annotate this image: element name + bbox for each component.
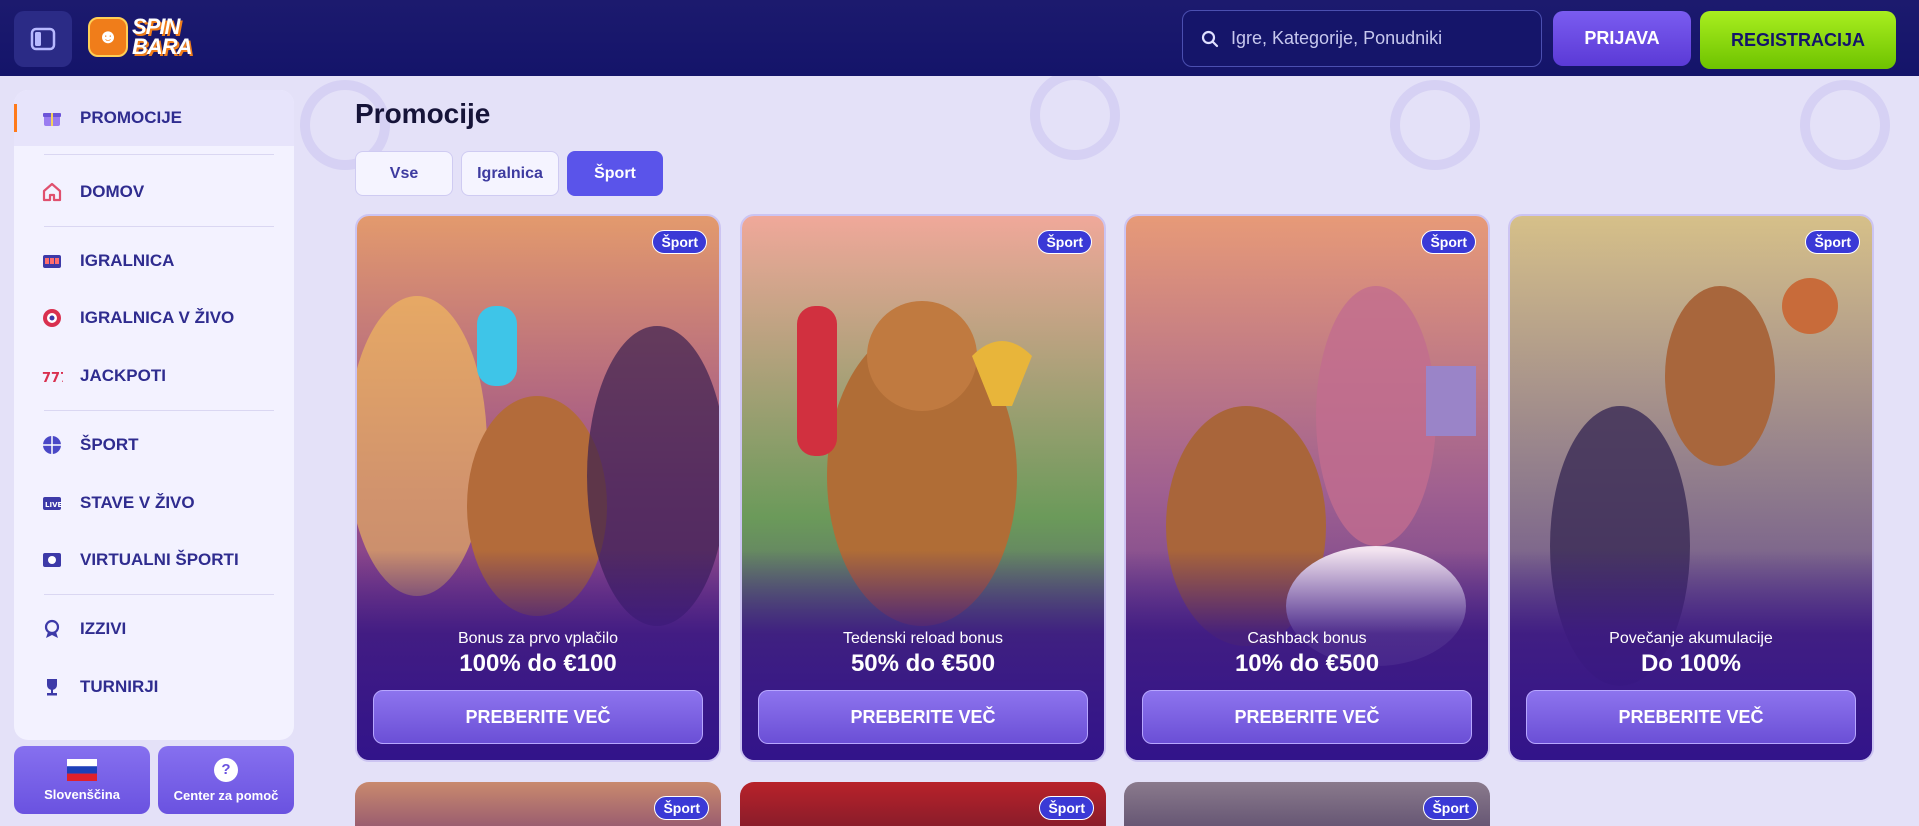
sidebar-item-label: IZZIVI <box>80 619 127 638</box>
promo-card[interactable]: Šport Tedenski reload bonus 50% do €500 … <box>740 214 1106 762</box>
sidebar-divider <box>44 410 274 411</box>
promo-subtitle: Bonus za prvo vplačilo <box>457 630 619 647</box>
read-more-button[interactable]: PREBERITE VEČ <box>1526 690 1856 744</box>
category-tag: Šport <box>652 230 707 254</box>
ball-icon <box>40 433 64 457</box>
sidebar-item-label: ŠPORT <box>80 435 139 454</box>
slot-machine-icon <box>40 249 64 273</box>
background-decoration <box>1800 80 1890 170</box>
category-tag: Šport <box>1805 230 1860 254</box>
sidebar-item-label: IGRALNICA <box>80 251 175 270</box>
svg-text:LIVE: LIVE <box>45 501 62 509</box>
search-input[interactable] <box>1231 28 1531 49</box>
promo-card[interactable]: Šport Cashback bonus 10% do €500 PREBERI… <box>1124 214 1490 762</box>
sidebar-divider <box>44 594 274 595</box>
filter-tab-igralnica[interactable]: Igralnica <box>461 151 559 196</box>
login-button[interactable]: PRIJAVA <box>1553 11 1691 66</box>
promo-headline: 100% do €100 <box>459 650 617 677</box>
read-more-button[interactable]: PREBERITE VEČ <box>758 690 1088 744</box>
category-tag: Šport <box>1423 796 1478 820</box>
read-more-button[interactable]: PREBERITE VEČ <box>1142 690 1472 744</box>
sidebar-item-label: DOMOV <box>80 182 145 201</box>
read-more-button[interactable]: PREBERITE VEČ <box>373 690 703 744</box>
sidebar-item-jackpoti[interactable]: 777 JACKPOTI <box>14 348 294 404</box>
sidebar-item-igralnica[interactable]: IGRALNICA <box>14 233 294 289</box>
logo-wordmark: SPIN BARA <box>132 14 193 59</box>
sidebar-item-label: VIRTUALNI ŠPORTI <box>80 550 239 569</box>
sidebar-item-izzivi[interactable]: IZZIVI <box>14 601 294 657</box>
sidebar-item-label: TURNIRJI <box>80 677 159 696</box>
sidebar-item-label: JACKPOTI <box>80 366 166 385</box>
gift-icon <box>40 106 64 130</box>
virtual-sports-icon <box>40 548 64 572</box>
live-tv-icon: LIVE <box>40 491 64 515</box>
language-selector-button[interactable]: Slovenščina <box>14 746 150 814</box>
top-header: ☻ SPIN BARA PRIJAVA REGISTRACIJA <box>0 0 1919 76</box>
sidebar-item-label: PROMOCIJE <box>80 108 183 127</box>
category-tag: Šport <box>654 796 709 820</box>
sidebar-item-igralnica-v-zivo[interactable]: IGRALNICA V ŽIVO <box>14 290 294 346</box>
trophy-icon <box>40 675 64 699</box>
sidebar-item-domov[interactable]: DOMOV <box>14 164 294 220</box>
badge-icon <box>40 617 64 641</box>
register-button[interactable]: REGISTRACIJA <box>1700 11 1896 69</box>
sidebar-nav: PROMOCIJE DOMOV IGRALNICA IGRALNICA V ŽI… <box>14 90 294 740</box>
promo-card[interactable]: Šport Bonus za prvo vplačilo 100% do €10… <box>355 214 721 762</box>
filter-tab-vse[interactable]: Vse <box>355 151 453 196</box>
sidebar-toggle-button[interactable] <box>14 11 72 67</box>
promo-card[interactable]: Šport <box>1124 782 1490 826</box>
sidebar-item-virtualni-sporti[interactable]: VIRTUALNI ŠPORTI <box>14 532 294 588</box>
sidebar-item-stave-v-zivo[interactable]: LIVE STAVE V ŽIVO <box>14 475 294 531</box>
capybara-mascot-icon: ☻ <box>88 17 128 57</box>
promo-headline: 10% do €500 <box>1234 650 1380 677</box>
language-label: Slovenščina <box>44 786 120 802</box>
spinbara-logo[interactable]: ☻ SPIN BARA <box>88 12 214 62</box>
help-label: Center za pomoč <box>173 787 279 803</box>
help-center-button[interactable]: ? Center za pomoč <box>158 746 294 814</box>
sidebar-item-sport[interactable]: ŠPORT <box>14 417 294 473</box>
category-tag: Šport <box>1421 230 1476 254</box>
sidebar-item-label: IGRALNICA V ŽIVO <box>80 308 235 327</box>
search-icon <box>1201 30 1219 47</box>
page-title: Promocije <box>355 98 491 129</box>
category-tag: Šport <box>1037 230 1092 254</box>
home-icon <box>40 180 64 204</box>
promo-card[interactable]: Šport <box>355 782 721 826</box>
promo-headline: Do 100% <box>1640 650 1742 677</box>
jackpot-777-icon: 777 <box>40 364 64 388</box>
search-bar[interactable] <box>1182 10 1542 67</box>
sidebar-divider <box>44 154 274 155</box>
help-icon: ? <box>214 757 238 782</box>
background-decoration <box>1390 80 1480 170</box>
promo-subtitle: Tedenski reload bonus <box>842 630 1004 647</box>
promo-headline: 50% do €500 <box>850 650 996 677</box>
slovenia-flag-icon <box>67 758 97 781</box>
filter-tab-sport[interactable]: Šport <box>567 151 663 196</box>
promo-subtitle: Cashback bonus <box>1247 630 1367 647</box>
roulette-chip-icon <box>40 306 64 330</box>
sidebar-item-promocije[interactable]: PROMOCIJE <box>14 90 294 146</box>
background-decoration <box>1030 70 1120 160</box>
category-tag: Šport <box>1039 796 1094 820</box>
promo-subtitle: Povečanje akumulacije <box>1609 630 1773 647</box>
svg-text:777: 777 <box>42 371 63 386</box>
promo-card[interactable]: Šport <box>740 782 1106 826</box>
promo-card[interactable]: Šport Povečanje akumulacije Do 100% PREB… <box>1508 214 1874 762</box>
sidebar-toggle-icon <box>30 27 56 51</box>
sidebar-item-label: STAVE V ŽIVO <box>80 493 195 512</box>
sidebar-item-turnirji[interactable]: TURNIRJI <box>14 659 294 715</box>
sidebar-divider <box>44 226 274 227</box>
